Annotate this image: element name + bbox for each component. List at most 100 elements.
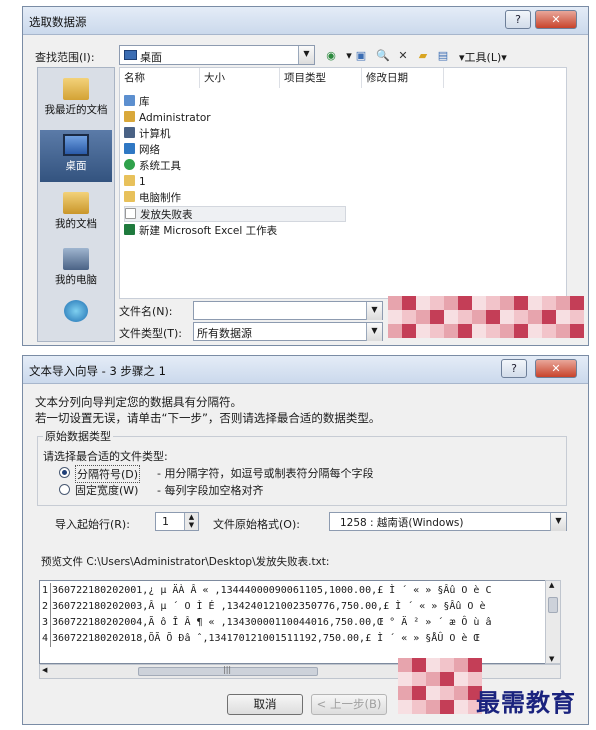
mosaic-tile [402,296,416,310]
delimited-option-label[interactable]: 分隔符号(D) [75,465,141,483]
excel-file-icon [124,224,135,235]
spinner-arrows-icon[interactable]: ▲ ▼ [184,513,198,530]
preview-horizontal-scrollbar[interactable]: ◀ ||| [39,664,561,679]
preview-pane[interactable]: 1 360722180202001,¿ µ ÄÀ Â « ,13444000090… [39,580,561,664]
mosaic-tile [398,658,412,672]
place-desktop[interactable]: 桌面 [40,130,112,182]
filetype-select[interactable]: 所有数据源 ▼ [193,322,383,341]
column-type[interactable]: 项目类型 [280,68,362,88]
filetype-value: 所有数据源 [197,327,252,340]
delete-icon[interactable]: ✕ [395,49,411,63]
desktop-icon [124,50,137,60]
up-folder-icon[interactable]: ▣ [353,49,369,63]
filename-label: 文件名(N): [119,305,173,318]
chevron-down-icon[interactable]: ▼ [366,302,382,320]
delimited-radio[interactable] [59,467,70,478]
close-button[interactable]: ✕ [535,359,577,378]
mosaic-tile [430,310,444,324]
list-item[interactable]: 网络 [124,142,160,158]
scroll-up-icon[interactable]: ▲ [549,581,554,589]
mosaic-tile [444,324,458,338]
grip-icon: ||| [223,665,232,674]
table-row: 4 360722180202018,ÕÃ Õ Ðâ ˆ,1341701210015… [40,631,560,647]
globe-icon [64,300,88,322]
mosaic-tile [570,310,584,324]
close-button[interactable]: ✕ [535,10,577,29]
mosaic-tile [444,296,458,310]
back-button[interactable]: < 上一步(B) [311,694,387,715]
cancel-button[interactable]: 取消 [227,694,303,715]
dialog-title: 选取数据源 [29,15,87,29]
help-button[interactable]: ? [501,359,527,378]
preview-vertical-scrollbar[interactable]: ▲ ▼ [545,580,561,664]
column-size[interactable]: 大小 [200,68,280,88]
tools-menu[interactable]: ▾工具(L)▾ [459,49,507,65]
new-folder-icon[interactable]: ▰ [415,49,431,63]
intro-line-2: 若一切设置无误，请单击“下一步”，否则请选择最合适的数据类型。 [35,411,381,425]
list-item[interactable]: 新建 Microsoft Excel 工作表 [124,223,277,239]
list-item[interactable]: 计算机 [124,126,171,142]
place-my-computer[interactable]: 我的电脑 [40,244,112,296]
list-item[interactable]: 发放失败表 [124,206,346,222]
search-web-icon[interactable]: 🔍 [375,49,391,63]
look-in-combo[interactable]: 桌面 ▼ [119,45,315,65]
column-name[interactable]: 名称 [120,68,200,88]
back-icon[interactable]: ◉ [323,49,339,63]
filename-input[interactable]: ▼ [193,301,383,320]
mosaic-tile [454,658,468,672]
mosaic-tile [440,700,454,714]
mosaic-tile [388,324,402,338]
recent-folder-icon [63,78,89,100]
chevron-down-icon[interactable]: ▼ [550,513,566,531]
vertical-scroll-thumb[interactable] [548,597,558,613]
place-my-documents[interactable]: 我的文档 [40,188,112,240]
column-modified[interactable]: 修改日期 [362,68,444,88]
mosaic-tile [388,310,402,324]
preview-label: 预览文件 C:\Users\Administrator\Desktop\发放失败… [41,556,330,568]
place-recent-documents[interactable]: 我最近的文档 [40,74,112,126]
library-icon [124,95,135,106]
network-icon [124,143,135,154]
list-item[interactable]: 库 [124,94,150,110]
fixed-width-radio[interactable] [59,484,70,495]
mosaic-tile [528,310,542,324]
views-icon[interactable]: ▤ [435,49,451,63]
origin-select[interactable]: 1258 : 越南语(Windows) ▼ [329,512,567,531]
choose-type-label: 请选择最合适的文件类型: [43,450,168,463]
scroll-left-icon[interactable]: ◀ [42,666,47,674]
file-list: 名称 大小 项目类型 修改日期 库 Administrator 计算机 网络 系… [119,67,567,299]
mosaic-tile [500,296,514,310]
list-item[interactable]: 系统工具 [124,158,181,174]
mosaic-tile [468,658,482,672]
place-network[interactable] [40,296,112,348]
scroll-down-icon[interactable]: ▼ [549,655,554,663]
mosaic-tile [398,700,412,714]
mosaic-tile [444,310,458,324]
watermark-mosaic [388,296,584,338]
mosaic-tile [500,324,514,338]
select-data-source-dialog: 选取数据源 ? ✕ 查找范围(I): 桌面 ▼ ◉ ▾ ▣ 🔍 ✕ ▰ ▤ ▾工… [22,6,589,346]
mosaic-tile [542,310,556,324]
help-button[interactable]: ? [505,10,531,29]
chevron-down-icon[interactable]: ▼ [298,46,314,64]
mosaic-tile [416,310,430,324]
mosaic-tile [486,296,500,310]
documents-folder-icon [63,192,89,214]
mosaic-tile [426,700,440,714]
list-item[interactable]: 1 [124,174,146,190]
mosaic-tile [556,324,570,338]
list-item[interactable]: 电脑制作 [124,190,181,206]
mosaic-tile [402,310,416,324]
fixed-width-option-label[interactable]: 固定宽度(W) [75,482,138,498]
table-row: 3 360722180202004,Ã ô Î Â ¶ « ,1343000011… [40,615,560,631]
horizontal-scroll-thumb[interactable]: ||| [138,665,318,676]
start-row-spinner[interactable]: 1 ▲ ▼ [155,512,199,531]
mosaic-tile [458,324,472,338]
folder-icon [124,191,135,202]
mosaic-tile [472,296,486,310]
list-item[interactable]: Administrator [124,110,211,126]
mosaic-tile [472,310,486,324]
chevron-down-icon[interactable]: ▼ [366,323,382,341]
computer-icon [63,248,89,270]
look-in-label: 查找范围(I): [35,51,95,64]
